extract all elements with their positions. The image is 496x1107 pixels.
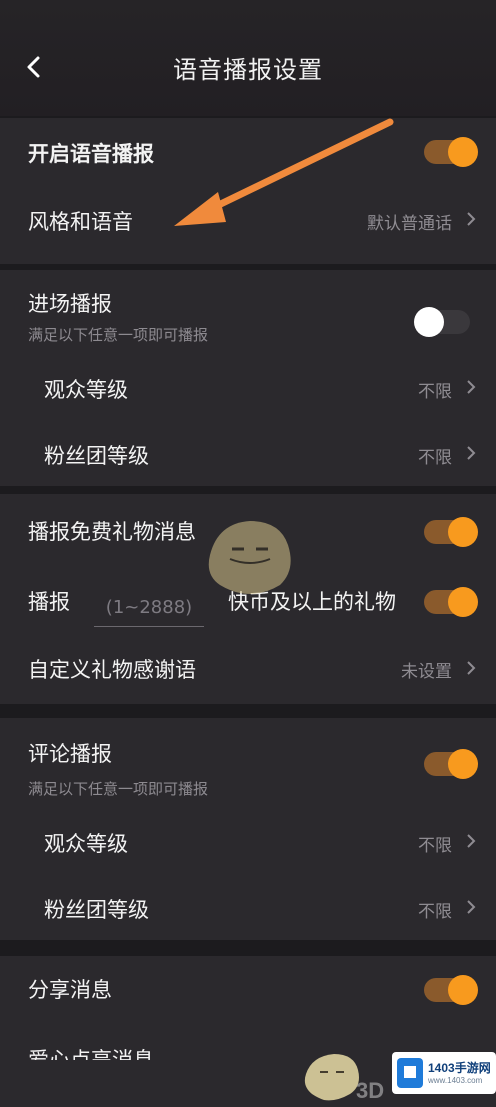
site-watermark: 1403手游网 www.1403.com [392, 1052, 496, 1094]
entry-sub: 满足以下任意一项即可播报 [28, 326, 209, 344]
thanks-value: 未设置 [401, 662, 452, 682]
entry-toggle[interactable] [414, 307, 470, 337]
entry-fan-row[interactable]: 粉丝团等级 不限 [0, 434, 496, 474]
entry-label: 进场播报 [28, 292, 112, 316]
site-logo-icon [397, 1058, 423, 1088]
broadcast-gift-toggle[interactable] [424, 587, 478, 617]
entry-row: 进场播报 [0, 284, 496, 337]
toggle-knob [448, 517, 478, 547]
chevron-right-icon [467, 446, 476, 460]
toggle-knob [414, 307, 444, 337]
free-gift-toggle[interactable] [424, 517, 478, 547]
gift-amount-input[interactable]: (1~2888) [94, 590, 204, 627]
toggle-knob [448, 975, 478, 1005]
share-row: 分享消息 [0, 970, 496, 1010]
audience-level-value: 不限 [418, 382, 452, 402]
chevron-right-icon [467, 380, 476, 394]
toggle-knob [448, 137, 478, 167]
enable-voice-toggle[interactable] [424, 137, 478, 167]
partial-label-text: 爱心点亮消息 [28, 1048, 154, 1060]
chevron-right-icon [467, 834, 476, 848]
thanks-label: 自定义礼物感谢语 [28, 658, 196, 682]
watermark-3d-text: 3D [356, 1078, 385, 1103]
free-gift-label: 播报免费礼物消息 [28, 520, 196, 544]
entry-audience-row[interactable]: 观众等级 不限 [0, 368, 496, 408]
toggle-knob [448, 749, 478, 779]
page-title: 语音播报设置 [173, 56, 323, 84]
chevron-right-icon [467, 661, 476, 675]
entry-section: 进场播报 满足以下任意一项即可播报 观众等级 不限 粉丝团等级 不限 [0, 270, 496, 486]
thanks-row[interactable]: 自定义礼物感谢语 未设置 [0, 650, 496, 690]
toggle-knob [448, 587, 478, 617]
broadcast-label: 播报 [28, 590, 70, 614]
comment-fan-row[interactable]: 粉丝团等级 不限 [0, 888, 496, 928]
comment-row: 评论播报 [0, 734, 496, 779]
share-toggle[interactable] [424, 975, 478, 1005]
comment-section: 评论播报 满足以下任意一项即可播报 观众等级 不限 粉丝团等级 不限 [0, 718, 496, 940]
mascot-watermark-icon [208, 521, 291, 594]
mascot-logo-icon [304, 1054, 359, 1101]
audience-level-label: 观众等级 [44, 832, 128, 856]
comment-audience-row[interactable]: 观众等级 不限 [0, 822, 496, 862]
share-label: 分享消息 [28, 978, 112, 1002]
audience-level-label: 观众等级 [44, 378, 128, 402]
site-name: 1403手游网 [428, 1061, 491, 1075]
site-url: www.1403.com [428, 1076, 483, 1085]
annotation-arrow-icon [174, 118, 394, 226]
style-voice-label: 风格和语音 [28, 210, 133, 234]
partial-row-label: 爱心点亮消息 [28, 1040, 154, 1060]
header-bar: 语音播报设置 [0, 0, 496, 116]
fan-level-label: 粉丝团等级 [44, 898, 149, 922]
fan-level-label: 粉丝团等级 [44, 444, 149, 468]
comment-sub: 满足以下任意一项即可播报 [28, 780, 209, 798]
comment-toggle[interactable] [424, 749, 478, 779]
chevron-right-icon [467, 212, 476, 226]
audience-level-value: 不限 [418, 836, 452, 856]
fan-level-value: 不限 [418, 902, 452, 922]
comment-label: 评论播报 [28, 742, 112, 766]
chevron-right-icon [467, 900, 476, 914]
enable-voice-label: 开启语音播报 [28, 142, 154, 166]
fan-level-value: 不限 [418, 448, 452, 468]
site-logo-inner [404, 1066, 416, 1078]
